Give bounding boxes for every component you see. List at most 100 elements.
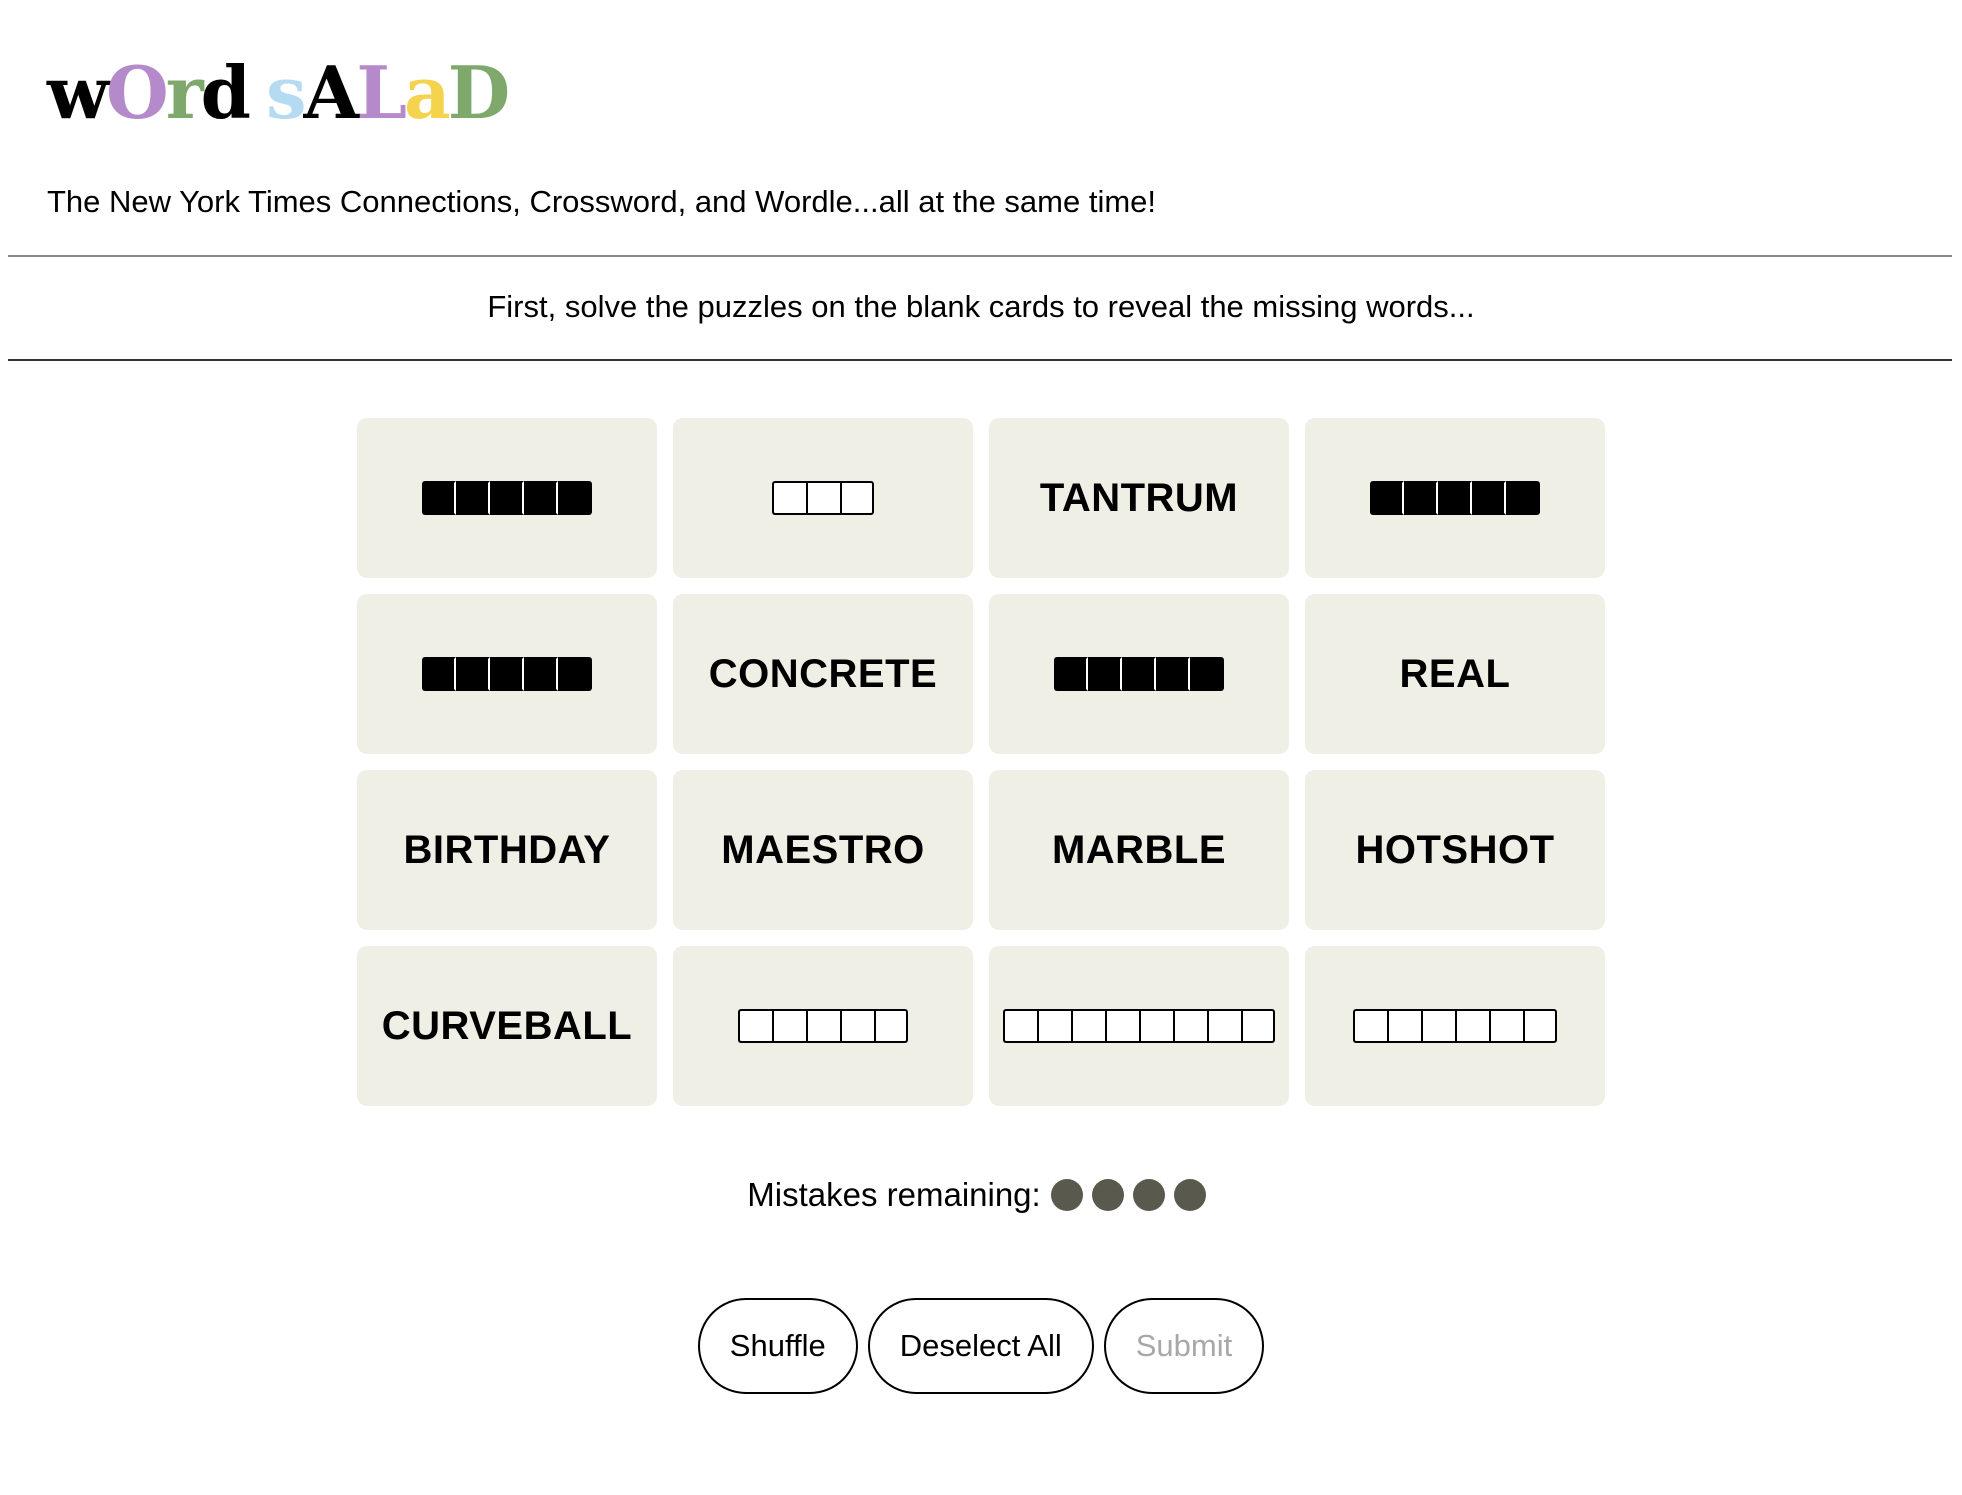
letter-box [1105, 1009, 1139, 1043]
submit-button[interactable]: Submit [1103, 1298, 1265, 1394]
letter-box [456, 481, 490, 515]
mistake-dot [1091, 1179, 1124, 1211]
letter-box [1472, 481, 1506, 515]
tagline: The New York Times Connections, Crosswor… [47, 184, 1157, 219]
card-word: CONCRETE [708, 651, 938, 696]
logo-letter: L [356, 50, 407, 135]
divider-bottom [8, 359, 1952, 361]
letter-box [422, 481, 456, 515]
letter-box [1404, 481, 1438, 515]
letter-box [1071, 1009, 1105, 1043]
letter-box [1241, 1009, 1275, 1043]
word-card[interactable]: CONCRETE [673, 594, 973, 754]
letter-boxes [738, 1009, 908, 1043]
letter-box [738, 1009, 772, 1043]
card-word: TANTRUM [1039, 475, 1239, 520]
logo-letter: A [303, 50, 360, 135]
deselect-all-button[interactable]: Deselect All [867, 1298, 1094, 1394]
blank-puzzle-card[interactable] [673, 418, 973, 578]
word-card[interactable]: HOTSHOT [1305, 770, 1605, 930]
blank-puzzle-card[interactable] [1305, 946, 1605, 1106]
letter-box [1387, 1009, 1421, 1043]
letter-box [1088, 657, 1122, 691]
letter-box [1438, 481, 1472, 515]
letter-box [1489, 1009, 1523, 1043]
letter-box [840, 1009, 874, 1043]
button-row: Shuffle Deselect All Submit [0, 1298, 1962, 1394]
card-word: MARBLE [1051, 827, 1227, 872]
letter-boxes [422, 657, 592, 691]
word-card[interactable]: TANTRUM [989, 418, 1289, 578]
blank-puzzle-card[interactable] [673, 946, 973, 1106]
letter-boxes [1054, 657, 1224, 691]
instruction-text: First, solve the puzzles on the blank ca… [487, 289, 1475, 324]
letter-boxes [422, 481, 592, 515]
blank-puzzle-card[interactable] [989, 946, 1289, 1106]
letter-box [1037, 1009, 1071, 1043]
mistakes-remaining: Mistakes remaining: [0, 1175, 1962, 1215]
letter-box [422, 657, 456, 691]
word-card[interactable]: MARBLE [989, 770, 1289, 930]
word-card[interactable]: REAL [1305, 594, 1605, 754]
mistake-dot [1132, 1179, 1165, 1211]
filled-puzzle-card[interactable] [989, 594, 1289, 754]
divider-top [8, 255, 1952, 257]
letter-box [558, 657, 592, 691]
letter-box [806, 1009, 840, 1043]
letter-box [558, 481, 592, 515]
logo-letter: w [47, 50, 109, 135]
card-word: HOTSHOT [1355, 827, 1555, 872]
mistake-dot [1050, 1179, 1083, 1211]
letter-box [1173, 1009, 1207, 1043]
logo-letter: r [165, 50, 204, 135]
letter-box [1370, 481, 1404, 515]
letter-box [1156, 657, 1190, 691]
letter-box [806, 481, 840, 515]
letter-box [1523, 1009, 1557, 1043]
mistake-dots [1050, 1179, 1215, 1211]
letter-box [1139, 1009, 1173, 1043]
card-word: REAL [1399, 651, 1511, 696]
letter-box [524, 481, 558, 515]
letter-boxes [1370, 481, 1540, 515]
letter-boxes [772, 481, 874, 515]
logo-letter: a [404, 50, 451, 135]
letter-box [1353, 1009, 1387, 1043]
letter-box [874, 1009, 908, 1043]
logo-letter: s [265, 50, 307, 135]
letter-box [1421, 1009, 1455, 1043]
filled-puzzle-card[interactable] [357, 418, 657, 578]
logo-letter: d [200, 50, 251, 135]
card-word: CURVEBALL [381, 1003, 633, 1048]
letter-box [524, 657, 558, 691]
letter-box [1003, 1009, 1037, 1043]
filled-puzzle-card[interactable] [357, 594, 657, 754]
card-word: BIRTHDAY [403, 827, 611, 872]
letter-boxes [1003, 1009, 1275, 1043]
letter-box [490, 657, 524, 691]
card-word: MAESTRO [721, 827, 925, 872]
letter-box [1054, 657, 1088, 691]
mistakes-label: Mistakes remaining: [747, 1176, 1041, 1213]
word-card[interactable]: CURVEBALL [357, 946, 657, 1106]
letter-box [490, 481, 524, 515]
letter-box [1455, 1009, 1489, 1043]
logo-letter: D [447, 50, 510, 135]
letter-boxes [1353, 1009, 1557, 1043]
logo: wOrd sALaD [47, 48, 510, 138]
letter-box [1122, 657, 1156, 691]
word-card[interactable]: BIRTHDAY [357, 770, 657, 930]
mistake-dot [1173, 1179, 1206, 1211]
letter-box [772, 1009, 806, 1043]
letter-box [1190, 657, 1224, 691]
shuffle-button[interactable]: Shuffle [697, 1298, 858, 1394]
filled-puzzle-card[interactable] [1305, 418, 1605, 578]
letter-box [772, 481, 806, 515]
letter-box [456, 657, 490, 691]
logo-letter: O [105, 50, 169, 135]
word-card[interactable]: MAESTRO [673, 770, 973, 930]
card-grid: TANTRUM CONCRETE REAL BIRTHDAY MAESTRO MARBLE… [357, 418, 1605, 1106]
letter-box [1506, 481, 1540, 515]
letter-box [1207, 1009, 1241, 1043]
letter-box [840, 481, 874, 515]
